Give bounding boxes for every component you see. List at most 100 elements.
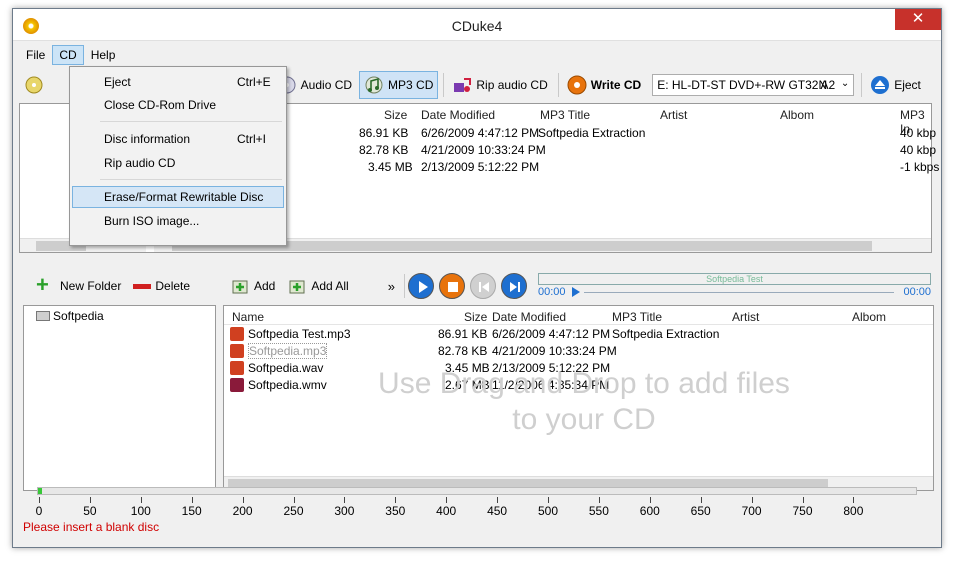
delete-button[interactable]: Delete <box>128 272 195 300</box>
capacity-tick-label: 300 <box>334 504 355 518</box>
file-list[interactable]: Name Size Date Modified MP3 Title Artist… <box>223 305 934 491</box>
seek-track <box>584 292 894 293</box>
drive-icon <box>36 311 50 321</box>
menu-burn-iso-label: Burn ISO image... <box>104 214 200 228</box>
col-size[interactable]: Size <box>464 310 487 328</box>
capacity-tick-label: 0 <box>35 504 43 518</box>
title-bar: CDuke4 ✕ <box>13 9 941 41</box>
new-folder-button[interactable]: + New Folder <box>31 272 126 300</box>
col-date[interactable]: Date Modified <box>492 310 566 328</box>
write-cd-label: Write CD <box>590 78 642 92</box>
upper-row-mp3-title: Softpedia Extraction <box>538 126 646 140</box>
menu-erase-disc[interactable]: Erase/Format Rewritable Disc <box>72 186 284 208</box>
add-button[interactable]: Add <box>225 272 280 300</box>
previous-button[interactable] <box>469 273 496 299</box>
upper-row-bitrate: -1 kbps <box>900 160 940 174</box>
table-row[interactable]: Softpedia Test.mp3 <box>230 327 351 341</box>
capacity-tick-label: 700 <box>741 504 762 518</box>
play-button[interactable] <box>407 273 434 299</box>
capacity-tick-label: 500 <box>537 504 559 518</box>
delete-label: Delete <box>155 279 191 293</box>
cd-dropdown-menu: Eject Ctrl+E Close CD-Rom Drive Disc info… <box>69 66 287 246</box>
stop-button[interactable] <box>438 273 465 299</box>
col-artist[interactable]: Artist <box>660 108 687 126</box>
data-cd-icon <box>25 76 43 94</box>
tree-root-label: Softpedia <box>53 309 104 323</box>
track-title-display: Softpedia Test <box>538 273 931 285</box>
col-size[interactable]: Size <box>384 108 407 126</box>
add-all-button[interactable]: Add All <box>282 272 353 300</box>
headphones-icon <box>230 327 244 341</box>
menu-help[interactable]: Help <box>84 45 123 65</box>
add-label: Add <box>254 279 276 293</box>
next-button[interactable] <box>500 273 527 299</box>
table-row[interactable]: Softpedia.wmv <box>230 378 327 392</box>
add-files-icon <box>232 280 248 294</box>
close-button[interactable]: ✕ <box>895 9 941 30</box>
toolbar-overflow-button[interactable]: » <box>388 279 395 294</box>
eject-button[interactable]: Eject <box>865 71 926 99</box>
time-end: 00:00 <box>903 286 931 298</box>
menu-disc-info[interactable]: Disc information Ctrl+I <box>72 128 284 150</box>
capacity-track <box>37 487 917 495</box>
capacity-tick-label: 350 <box>385 504 406 518</box>
seek-bar[interactable]: 00:00 00:00 <box>538 286 931 300</box>
col-album[interactable]: Albom <box>780 108 814 126</box>
drive-select[interactable]: E: HL-DT-ST DVD+-RW GT32N A2 ⌄ <box>652 74 855 96</box>
mp3-cd-button[interactable]: MP3 CD <box>359 71 439 99</box>
table-row[interactable]: Softpedia.mp3 <box>230 343 328 359</box>
capacity-tick <box>751 497 753 503</box>
menu-file[interactable]: File <box>19 45 52 65</box>
col-mp3-title[interactable]: MP3 Title <box>540 108 590 126</box>
col-name[interactable]: Name <box>232 310 264 328</box>
capacity-tick <box>344 497 346 503</box>
chevron-down-icon: ⌄ <box>840 78 850 89</box>
menu-close-drive[interactable]: Close CD-Rom Drive <box>72 94 284 116</box>
menu-disc-info-label: Disc information <box>104 132 191 146</box>
folder-tree[interactable]: Softpedia <box>23 305 216 491</box>
capacity-tick <box>598 497 600 503</box>
col-album[interactable]: Albom <box>852 310 886 328</box>
rip-audio-cd-button[interactable]: Rip audio CD <box>447 71 552 99</box>
header-divider <box>224 324 933 325</box>
table-row[interactable]: Softpedia.wav <box>230 361 323 375</box>
write-cd-icon <box>567 75 587 95</box>
menu-rip-label: Rip audio CD <box>104 156 176 170</box>
eject-label: Eject <box>894 78 921 92</box>
file-toolbar: Add Add All » <box>225 267 532 305</box>
eject-icon <box>871 76 890 94</box>
capacity-tick <box>446 497 448 503</box>
menu-burn-iso[interactable]: Burn ISO image... <box>72 210 284 232</box>
rip-audio-cd-label: Rip audio CD <box>476 78 548 92</box>
capacity-tick <box>39 497 40 503</box>
capacity-tick-label: 600 <box>639 504 660 518</box>
col-date[interactable]: Date Modified <box>421 108 495 126</box>
menu-rip-audio[interactable]: Rip audio CD <box>72 152 284 174</box>
drive-suffix: A2 <box>820 78 836 92</box>
capacity-fill <box>38 488 42 494</box>
col-mp3-title[interactable]: MP3 Title <box>612 310 662 328</box>
audio-cd-label: Audio CD <box>300 78 353 92</box>
write-cd-button[interactable]: Write CD <box>562 71 646 99</box>
toolbar-separator <box>443 73 445 97</box>
new-folder-label: New Folder <box>60 279 122 293</box>
upper-row-date: 6/26/2009 4:47:12 PM <box>421 126 540 140</box>
capacity-tick <box>140 497 142 503</box>
capacity-tick <box>497 497 499 503</box>
minus-icon <box>133 283 152 289</box>
tree-root[interactable]: Softpedia <box>36 309 104 323</box>
add-all-label: Add All <box>311 279 349 293</box>
menu-cd[interactable]: CD <box>52 45 84 65</box>
upper-row-bitrate: 40 kbp <box>900 126 937 140</box>
col-mp3-info[interactable]: MP3 In <box>900 108 931 136</box>
capacity-tick <box>191 497 193 503</box>
drop-hint: Use Drag and Drop to add files to your C… <box>378 367 790 436</box>
next-icon <box>509 282 520 292</box>
seek-thumb[interactable] <box>572 287 580 297</box>
headphones-icon <box>230 344 244 358</box>
menu-eject[interactable]: Eject Ctrl+E <box>72 71 284 93</box>
col-artist[interactable]: Artist <box>732 310 759 328</box>
data-cd-button[interactable] <box>19 71 59 99</box>
toolbar-separator <box>861 73 863 97</box>
capacity-tick <box>853 497 855 503</box>
